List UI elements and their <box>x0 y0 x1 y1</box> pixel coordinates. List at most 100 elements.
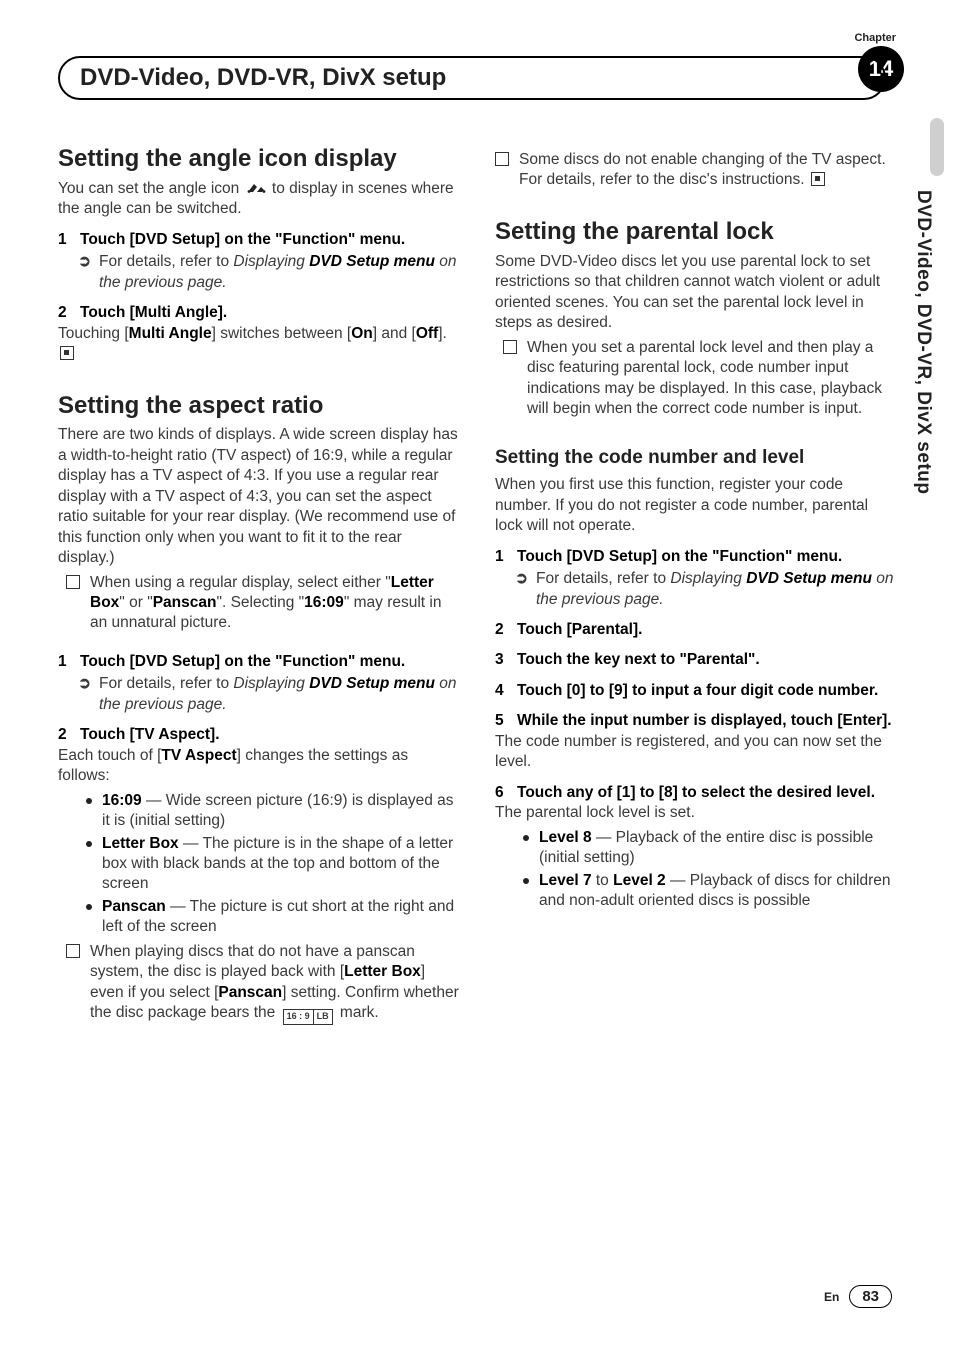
bullet-list: 16:09 — Wide screen picture (16:9) is di… <box>58 791 459 938</box>
text: For details, refer to <box>99 675 233 692</box>
left-column: Setting the angle icon display You can s… <box>58 146 459 1025</box>
text: Some discs do not enable changing of the… <box>519 151 886 188</box>
bullet-icon <box>523 878 529 884</box>
columns: Setting the angle icon display You can s… <box>58 146 896 1025</box>
text: Touch [DVD Setup] on the "Function" menu… <box>517 548 842 565</box>
text: DVD Setup menu <box>305 675 435 692</box>
list-item: 16:09 — Wide screen picture (16:9) is di… <box>86 791 459 832</box>
right-column: Some discs do not enable changing of the… <box>495 146 896 1025</box>
text: Letter Box <box>344 963 421 980</box>
note-text: When using a regular display, select eit… <box>90 573 459 634</box>
side-tab-label: DVD-Video, DVD-VR, DivX setup <box>908 190 938 550</box>
note-text: When playing discs that do not have a pa… <box>90 942 459 1025</box>
text: 16:09 <box>304 594 344 611</box>
body-text: Touching [Multi Angle] switches between … <box>58 324 459 365</box>
step-heading: 1Touch [DVD Setup] on the "Function" men… <box>58 230 459 250</box>
step-heading: 1Touch [DVD Setup] on the "Function" men… <box>58 652 459 672</box>
step-heading: 2Touch [Multi Angle]. <box>58 303 459 323</box>
side-accent-bar <box>930 118 944 176</box>
list-item: Level 8 — Playback of the entire disc is… <box>523 828 896 869</box>
text: — Wide screen picture (16:9) is displaye… <box>102 792 454 829</box>
note-icon <box>66 944 80 958</box>
text: Off <box>416 325 438 342</box>
end-of-section-icon <box>811 172 825 186</box>
note-row: When you set a parental lock level and t… <box>495 338 896 420</box>
step-heading: 5While the input number is displayed, to… <box>495 711 896 731</box>
chapter-label: Chapter <box>854 32 896 44</box>
page-title-frame: DVD-Video, DVD-VR, DivX setup <box>58 56 886 100</box>
text: Touch the key next to "Parental". <box>517 651 760 668</box>
footer-language: En <box>824 1290 839 1304</box>
text: For details, refer to <box>99 253 233 270</box>
text: On <box>351 325 373 342</box>
step-heading: 2Touch [Parental]. <box>495 620 896 640</box>
body-text: When you first use this function, regist… <box>495 475 896 536</box>
angle-icon <box>244 181 268 195</box>
text: TV Aspect <box>161 747 236 764</box>
text: mark. <box>340 1004 379 1021</box>
body-text: Each touch of [TV Aspect] changes the se… <box>58 746 459 787</box>
text: Level 8 <box>539 829 592 846</box>
end-of-section-icon <box>60 346 74 360</box>
text: " or " <box>119 594 152 611</box>
text: ] and [ <box>373 325 416 342</box>
step-heading: 1Touch [DVD Setup] on the "Function" men… <box>495 547 896 567</box>
text: Letter Box <box>102 835 179 852</box>
text: Touch [DVD Setup] on the "Function" menu… <box>80 231 405 248</box>
text: DVD Setup menu <box>742 570 872 587</box>
text: Each touch of [ <box>58 747 161 764</box>
page-title: DVD-Video, DVD-VR, DivX setup <box>80 64 446 92</box>
text: While the input number is displayed, tou… <box>517 712 892 729</box>
body-text: There are two kinds of displays. A wide … <box>58 425 459 568</box>
reference-arrow-icon: ➲ <box>78 252 91 293</box>
text: ". Selecting " <box>216 594 304 611</box>
footer-page-number: 83 <box>849 1285 892 1308</box>
heading-parental-lock: Setting the parental lock <box>495 219 896 246</box>
text: Touch [DVD Setup] on the "Function" menu… <box>80 653 405 670</box>
step-heading: 3Touch the key next to "Parental". <box>495 650 896 670</box>
reference-arrow-icon: ➲ <box>515 569 528 610</box>
step-heading: 6Touch any of [1] to [8] to select the d… <box>495 783 896 803</box>
text: Multi Angle <box>129 325 212 342</box>
note-row: When using a regular display, select eit… <box>58 573 459 634</box>
heading-code-level: Setting the code number and level <box>495 447 896 469</box>
text: ]. <box>438 325 447 342</box>
text: 16:09 <box>102 792 142 809</box>
text: Touch [Multi Angle]. <box>80 304 227 321</box>
note-icon <box>495 152 509 166</box>
text: For details, refer to <box>536 570 670 587</box>
heading-aspect-ratio: Setting the aspect ratio <box>58 393 459 420</box>
bullet-icon <box>86 798 92 804</box>
note-icon <box>503 340 517 354</box>
text: ] switches between [ <box>212 325 352 342</box>
reference-row: ➲ For details, refer to Displaying DVD S… <box>495 569 896 610</box>
text: Panscan <box>153 594 217 611</box>
text: Panscan <box>218 984 282 1001</box>
bullet-icon <box>523 835 529 841</box>
text: Displaying <box>670 570 742 587</box>
text: Level 7 <box>539 872 592 889</box>
note-icon <box>66 575 80 589</box>
text: Level 2 <box>613 872 666 889</box>
page: Chapter 14 DVD-Video, DVD-VR, DivX setup… <box>0 0 954 1352</box>
list-item: Panscan — The picture is cut short at th… <box>86 897 459 938</box>
reference-row: ➲ For details, refer to Displaying DVD S… <box>58 252 459 293</box>
note-text: When you set a parental lock level and t… <box>527 338 896 420</box>
bullet-icon <box>86 904 92 910</box>
note-text: Some discs do not enable changing of the… <box>519 150 896 191</box>
reference-text: For details, refer to Displaying DVD Set… <box>99 674 459 715</box>
text: Touch [0] to [9] to input a four digit c… <box>517 682 878 699</box>
body-text: The parental lock level is set. <box>495 803 896 823</box>
reference-arrow-icon: ➲ <box>78 674 91 715</box>
reference-text: For details, refer to Displaying DVD Set… <box>536 569 896 610</box>
body-text: Some DVD-Video discs let you use parenta… <box>495 252 896 334</box>
text: Touch [TV Aspect]. <box>80 726 220 743</box>
body-text: The code number is registered, and you c… <box>495 732 896 773</box>
text: 16 : 9 <box>284 1010 314 1024</box>
note-row: When playing discs that do not have a pa… <box>58 942 459 1025</box>
text: to <box>592 872 614 889</box>
bullet-list: Level 8 — Playback of the entire disc is… <box>495 828 896 912</box>
text: LB <box>314 1010 332 1024</box>
list-item: Level 7 to Level 2 — Playback of discs f… <box>523 871 896 912</box>
list-item: Letter Box — The picture is in the shape… <box>86 834 459 895</box>
